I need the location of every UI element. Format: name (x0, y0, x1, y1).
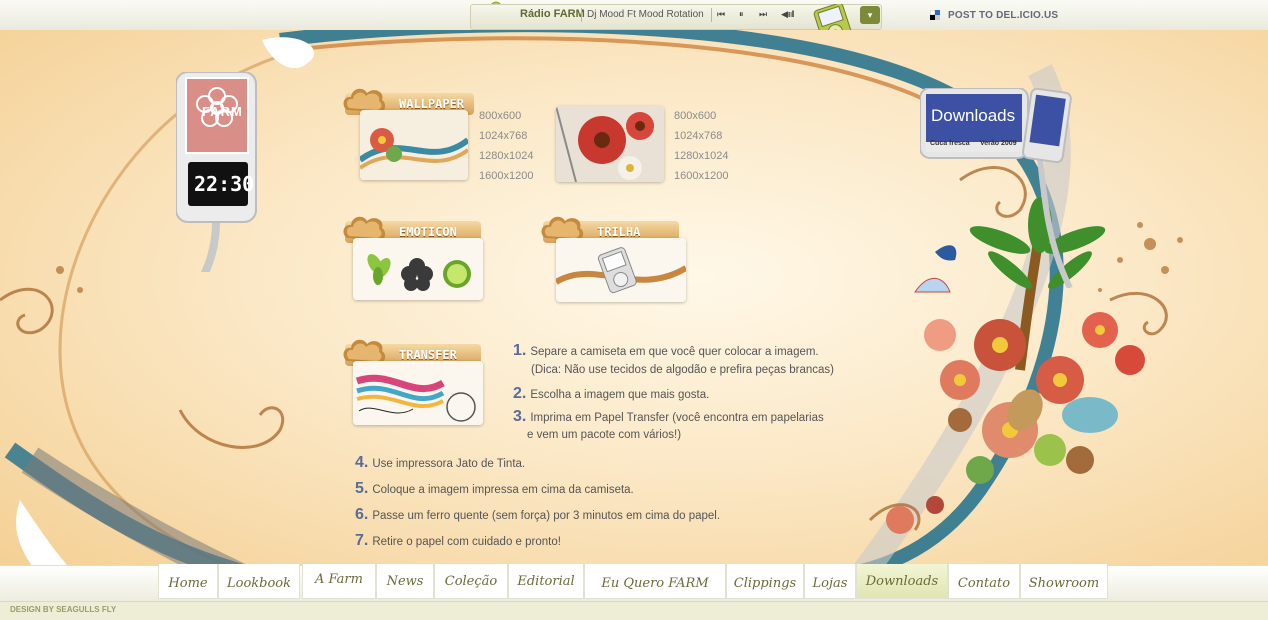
step-note: e vem um pacote com vários!) (527, 429, 682, 441)
emoticon-preview (353, 238, 483, 300)
step-text: Retire o papel com cuidado e pronto! (372, 536, 561, 548)
instruction-step-7: 7. Retire o papel com cuidado e pronto! (355, 532, 561, 550)
nav-item-clippings[interactable]: Clippings (726, 564, 804, 599)
trilha-preview (556, 238, 686, 302)
footer (0, 601, 1268, 620)
radio-track-name: Dj Mood Ft Mood Rotation (587, 9, 704, 20)
step-number: 1. (513, 342, 527, 359)
nav-item-news[interactable]: News (376, 564, 434, 599)
nav-item-home[interactable]: Home (158, 564, 218, 599)
wallpaper-preview-image (556, 106, 664, 182)
nav-item-contato[interactable]: Contato (948, 564, 1020, 599)
downloads-sign-caption-left: Cuca fresca (930, 140, 970, 147)
wallpaper-2-size-list: 800x600 1024x768 1280x1024 1600x1200 (674, 106, 728, 186)
step-text: Use impressora Jato de Tinta. (372, 458, 526, 470)
wallpaper-2-size-1280x1024-link[interactable]: 1280x1024 (674, 146, 728, 166)
wallpaper-1-size-1280x1024-link[interactable]: 1280x1024 (479, 146, 533, 166)
nav-item-editorial[interactable]: Editorial (508, 564, 584, 599)
chevron-down-icon[interactable]: ▾ (860, 6, 880, 24)
step-text: Passe um ferro quente (sem força) por 3 … (372, 510, 721, 522)
downloads-sign-caption-right: Verão 2009 (980, 140, 1017, 147)
top-bar: Rádio FARM Dj Mood Ft Mood Rotation ⏮ ⏸ … (0, 0, 1268, 44)
pause-button[interactable]: ⏸ (739, 9, 744, 20)
wallpaper-1-size-1600x1200-link[interactable]: 1600x1200 (479, 166, 533, 186)
instruction-step-5: 5. Coloque a imagem impressa em cima da c… (355, 480, 634, 498)
wallpaper-1-size-list: 800x600 1024x768 1280x1024 1600x1200 (479, 106, 533, 186)
transfer-title: TRANSFER (399, 348, 457, 362)
emoticon-title: EMOTICON (399, 225, 457, 239)
wallpaper-thumbnail-2[interactable] (556, 106, 664, 182)
wallpaper-title: WALLPAPER (399, 97, 465, 111)
volume-slider[interactable]: ◀ıııll (781, 9, 794, 20)
step-text: Separe a camiseta em que você quer coloc… (530, 346, 819, 358)
instruction-step-4: 4. Use impressora Jato de Tinta. (355, 454, 525, 472)
step-text: Imprima em Papel Transfer (você encontra… (530, 412, 824, 424)
divider (711, 8, 712, 22)
clock-display: 22:30 (194, 172, 255, 196)
wallpaper-preview-image (360, 110, 468, 180)
step-number: 7. (355, 532, 369, 549)
nav-item-downloads[interactable]: Downloads (856, 564, 948, 599)
sign-label: FARM (202, 104, 243, 119)
lime-emoticon-icon (443, 260, 471, 288)
step-text: Escolha a imagem que mais gosta. (530, 389, 710, 401)
wallpaper-2-size-800x600-link[interactable]: 800x600 (674, 106, 728, 126)
step-number: 2. (513, 385, 527, 402)
downloads-sign-title: Downloads (931, 106, 1016, 125)
trilha-download[interactable] (556, 238, 686, 302)
nav-item-a-farm[interactable]: A Farm (302, 564, 376, 599)
main-navigation: Home Lookbook A Farm News Coleção Editor… (0, 564, 1268, 602)
post-to-delicious-link[interactable]: POST TO DEL.ICIO.US (948, 10, 1058, 21)
design-credit: DESIGN BY SEAGULLS FLY (10, 605, 117, 614)
step-number: 6. (355, 506, 369, 523)
next-track-button[interactable]: ⏭ (759, 9, 767, 20)
step-number: 4. (355, 454, 369, 471)
wallpaper-2-size-1024x768-link[interactable]: 1024x768 (674, 126, 728, 146)
radio-title: Rádio FARM (520, 8, 585, 20)
nav-item-lookbook[interactable]: Lookbook (218, 564, 300, 599)
transfer-thumbnail[interactable] (353, 361, 483, 425)
divider (581, 8, 582, 22)
trilha-title: TRILHA (597, 225, 641, 239)
wallpaper-2-size-1600x1200-link[interactable]: 1600x1200 (674, 166, 728, 186)
nav-item-lojas[interactable]: Lojas (804, 564, 856, 599)
emoticon-pack[interactable] (353, 238, 483, 300)
nav-item-showroom[interactable]: Showroom (1020, 564, 1108, 599)
instruction-step-1: 1. Separe a camiseta em que você quer col… (513, 342, 834, 376)
previous-track-button[interactable]: ⏮ (717, 9, 725, 20)
delicious-icon (930, 10, 940, 20)
downloads-stage: FARM 22:30 Downloads Cuca fresca Verão 2… (0, 30, 1268, 578)
step-number: 5. (355, 480, 369, 497)
transfer-preview-image (353, 361, 483, 425)
step-number: 3. (513, 408, 527, 425)
step-text: Coloque a imagem impressa em cima da cam… (372, 484, 634, 496)
nav-item-colecao[interactable]: Coleção (434, 564, 508, 599)
wallpaper-1-size-800x600-link[interactable]: 800x600 (479, 106, 533, 126)
nav-item-eu-quero-farm[interactable]: Eu Quero FARM (584, 564, 726, 599)
instruction-step-6: 6. Passe um ferro quente (sem força) por … (355, 506, 720, 524)
instruction-step-3: 3. Imprima em Papel Transfer (você encont… (513, 408, 824, 441)
wallpaper-1-size-1024x768-link[interactable]: 1024x768 (479, 126, 533, 146)
instruction-step-2: 2. Escolha a imagem que mais gosta. (513, 385, 709, 403)
step-note: (Dica: Não use tecidos de algodão e pref… (531, 364, 835, 376)
wallpaper-thumbnail-1[interactable] (360, 110, 468, 180)
